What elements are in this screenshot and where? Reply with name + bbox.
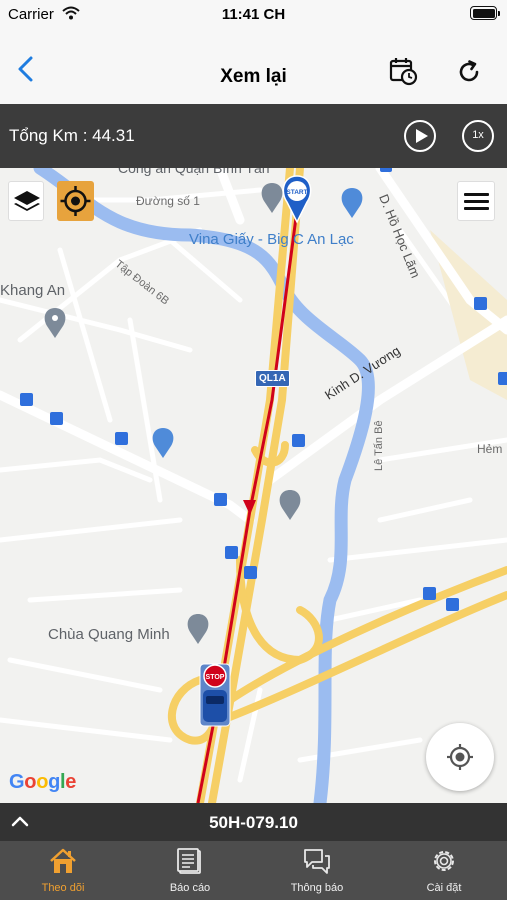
play-icon [416,128,428,143]
tab-label: Thông báo [290,882,344,894]
map-label-duong-so-1: Đường số 1 [136,194,200,208]
report-icon [177,848,201,874]
vehicle-plate: 50H-079.10 [209,813,298,832]
tab-label: Theo dõi [41,882,85,894]
highway-shield-ql1a: QL1A [255,370,290,387]
clock: 11:41 CH [221,6,286,23]
calendar-clock-button[interactable] [388,56,418,86]
map-canvas[interactable]: START STOP [0,168,507,803]
status-bar: Carrier 11:41 CH [0,0,507,28]
map-label-vina-giay: Vina Giấy - Big C An Lạc [189,231,354,248]
navigation-bar: Xem lại [0,28,507,104]
tab-label: Cài đặt [426,882,462,894]
tab-bao-cao[interactable]: Báo cáo [127,841,253,900]
battery-icon [470,6,500,20]
trip-info-bar: Tổng Km : 44.31 1x [0,104,507,168]
reload-button[interactable] [455,58,483,86]
map-layers-button[interactable] [8,181,44,221]
play-button[interactable] [404,120,436,152]
locate-vehicle-button[interactable] [57,181,94,221]
my-location-icon [447,744,473,770]
tab-thong-bao[interactable]: Thông báo [254,841,380,900]
page-title: Xem lại [220,66,287,87]
my-location-button[interactable] [426,723,494,791]
tab-theo-doi[interactable]: Theo dõi [0,841,126,900]
playback-speed-button[interactable]: 1x [462,120,494,152]
gear-icon [434,851,454,871]
map-label-le-tan-be: Lê Tấn Bê [373,420,385,471]
map-label-cong-an: Công an Quận Bình Tân [118,168,270,176]
tab-label: Báo cáo [169,882,211,894]
svg-text:START: START [286,189,307,196]
menu-button[interactable] [457,181,495,221]
tab-cai-dat[interactable]: Cài đặt [381,841,507,900]
menu-icon-line [464,193,489,196]
svg-text:STOP: STOP [206,674,225,681]
map-view[interactable]: START STOP Công an Quận Bình Tân Đường s… [0,168,507,803]
map-label-chua-quang-minh: Chùa Quang Minh [48,626,170,643]
vehicle-plate-bar: 50H-079.10 [0,803,507,841]
layers-icon [14,191,40,211]
menu-icon-line [464,200,489,203]
tab-bar: Theo dõi Báo cáo Thông báo Cài đặt [0,841,507,900]
map-label-khang-an: Khang An [0,282,66,299]
chat-icon [304,849,330,874]
menu-icon-line [464,207,489,210]
crosshair-icon [60,186,91,216]
total-km-label: Tổng Km : 44.31 [9,126,135,145]
home-icon [50,848,76,873]
map-label-hem: Hẻm [477,442,503,456]
google-logo: Google [9,771,77,793]
